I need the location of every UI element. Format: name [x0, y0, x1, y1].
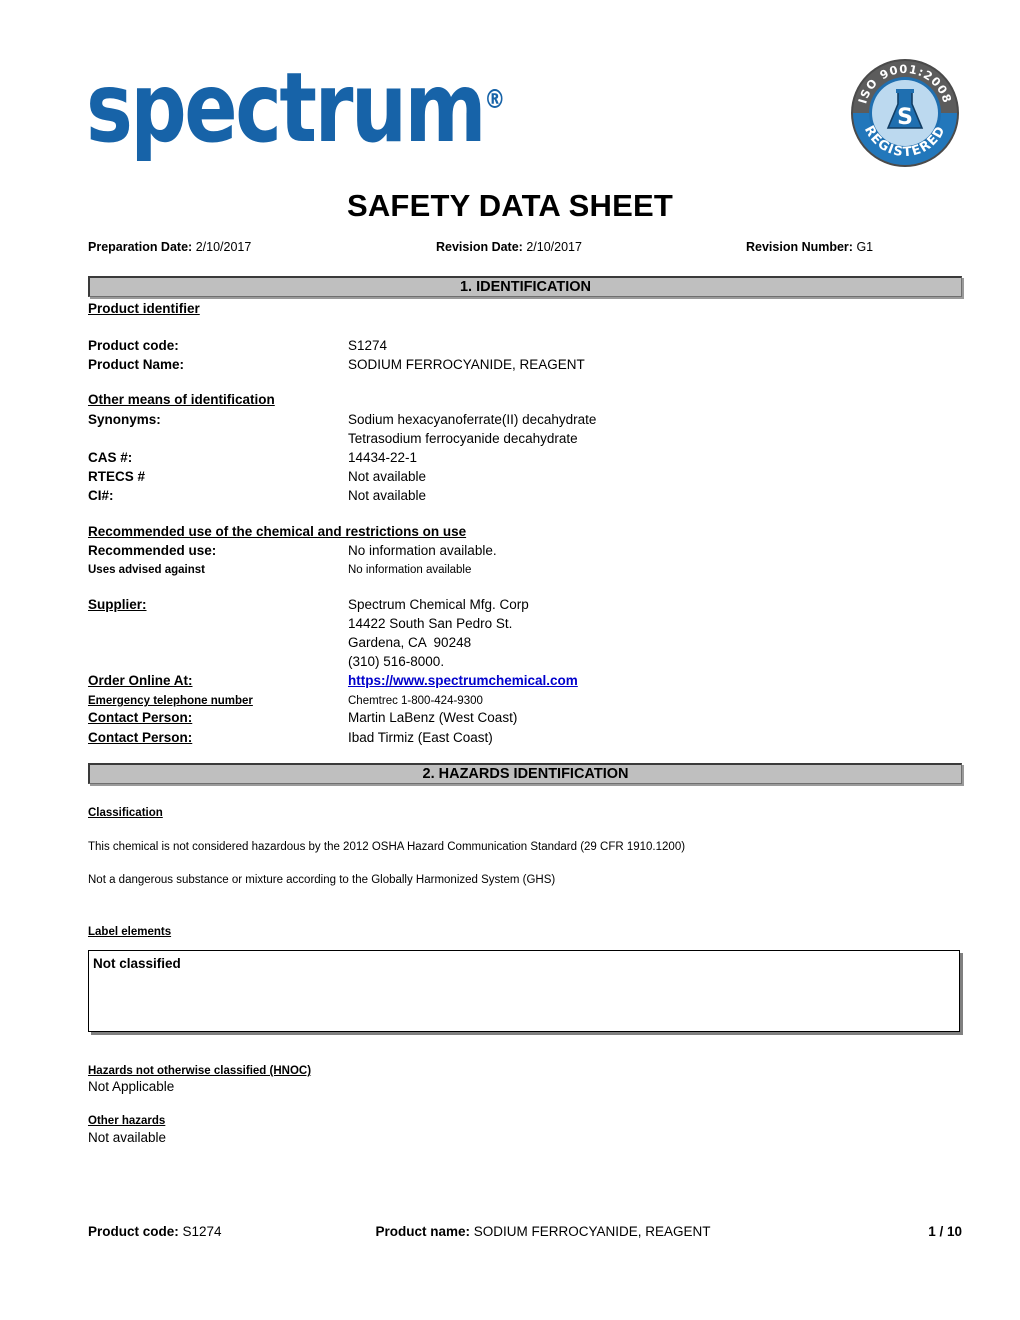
footer-page-number: 1 / 10 [928, 1224, 962, 1239]
page-title: SAFETY DATA SHEET [346, 188, 674, 223]
section-heading-identification: 1. IDENTIFICATION [88, 276, 962, 297]
ci-number-value: Not available [348, 488, 427, 503]
preparation-date: Preparation Date: 2/10/2017 [88, 240, 251, 254]
footer-product-name: Product name: SODIUM FERROCYANIDE, REAGE… [333, 1222, 753, 1242]
contact-person-label-1: Contact Person: [88, 710, 193, 725]
classification-line-2: Not a dangerous substance or mixture acc… [88, 874, 556, 886]
recommended-use-heading: Recommended use of the chemical and rest… [88, 524, 467, 539]
classification-heading: Classification [88, 807, 163, 819]
synonyms-value-2: Tetrasodium ferrocyanide decahydrate [348, 431, 578, 446]
spectrum-logo-text: spectrum [86, 52, 487, 164]
footer-product-name-value: SODIUM FERROCYANIDE, REAGENT [473, 1224, 711, 1239]
product-identifier-heading: Product identifier [88, 301, 200, 316]
supplier-line-2: 14422 South San Pedro St. [348, 616, 513, 631]
footer-product-name-label: Product name: [375, 1224, 470, 1239]
document-header: spectrum® S ISO 9001:2008 REGISTERED [0, 0, 1020, 182]
revision-number-label: Revision Number: [746, 240, 853, 254]
revision-date: Revision Date: 2/10/2017 [436, 240, 582, 254]
revision-date-value: 2/10/2017 [526, 240, 582, 254]
footer-product-code-value: S1274 [182, 1224, 222, 1239]
iso-9001-registered-badge-icon: S ISO 9001:2008 REGISTERED [851, 59, 959, 167]
supplier-line-1: Spectrum Chemical Mfg. Corp [348, 597, 529, 612]
iso-flask-letter: S [897, 105, 913, 130]
other-hazards-value: Not available [88, 1130, 167, 1145]
uses-advised-against-value: No information available [348, 564, 472, 576]
registered-trademark-icon: ® [484, 85, 506, 115]
product-name-value: SODIUM FERROCYANIDE, REAGENT [348, 357, 585, 372]
order-online-link[interactable]: https://www.spectrumchemical.com [348, 671, 578, 691]
revision-date-label: Revision Date: [436, 240, 523, 254]
product-code-label: Product code: [88, 338, 179, 353]
recommended-use-label: Recommended use: [88, 543, 217, 558]
contact-person-label-2: Contact Person: [88, 730, 193, 745]
label-elements-heading: Label elements [88, 926, 172, 938]
revision-number: Revision Number: G1 [746, 240, 873, 254]
product-name-label: Product Name: [88, 357, 185, 372]
rtecs-number-label: RTECS # [88, 469, 146, 484]
document-meta-row: Preparation Date: 2/10/2017 Revision Dat… [88, 240, 962, 256]
spectrum-logo: spectrum® [86, 52, 505, 156]
contact-person-value-1: Martin LaBenz (West Coast) [348, 710, 518, 725]
page-footer: Product code: S1274 Product name: SODIUM… [88, 1222, 962, 1268]
footer-product-code: Product code: S1274 [88, 1222, 222, 1242]
product-code-value: S1274 [348, 338, 388, 353]
other-means-of-identification-heading: Other means of identification [88, 392, 275, 407]
supplier-line-3: Gardena, CA 90248 [348, 635, 472, 650]
cas-number-value: 14434-22-1 [348, 450, 418, 465]
section-heading-hazards-identification: 2. HAZARDS IDENTIFICATION [88, 763, 962, 784]
hnoc-value: Not Applicable [88, 1079, 175, 1094]
synonyms-value-1: Sodium hexacyanoferrate(II) decahydrate [348, 412, 597, 427]
label-elements-box: Not classified [88, 950, 960, 1032]
ci-number-label: CI#: [88, 488, 114, 503]
revision-number-value: G1 [856, 240, 874, 254]
rtecs-number-value: Not available [348, 469, 427, 484]
sds-page: spectrum® S ISO 9001:2008 REGISTERED SAF… [0, 0, 1020, 1320]
supplier-line-4: (310) 516-8000. [348, 654, 445, 669]
footer-product-code-label: Product code: [88, 1224, 179, 1239]
cas-number-label: CAS #: [88, 450, 133, 465]
uses-advised-against-label: Uses advised against [88, 564, 205, 576]
label-elements-box-text: Not classified [93, 956, 181, 971]
classification-line-1: This chemical is not considered hazardou… [88, 841, 686, 853]
contact-person-value-2: Ibad Tirmiz (East Coast) [348, 730, 493, 745]
preparation-date-label: Preparation Date: [88, 240, 193, 254]
order-online-label: Order Online At: [88, 673, 193, 688]
synonyms-label: Synonyms: [88, 412, 161, 427]
supplier-label: Supplier: [88, 597, 147, 612]
preparation-date-value: 2/10/2017 [195, 240, 252, 254]
recommended-use-value: No information available. [348, 543, 497, 558]
